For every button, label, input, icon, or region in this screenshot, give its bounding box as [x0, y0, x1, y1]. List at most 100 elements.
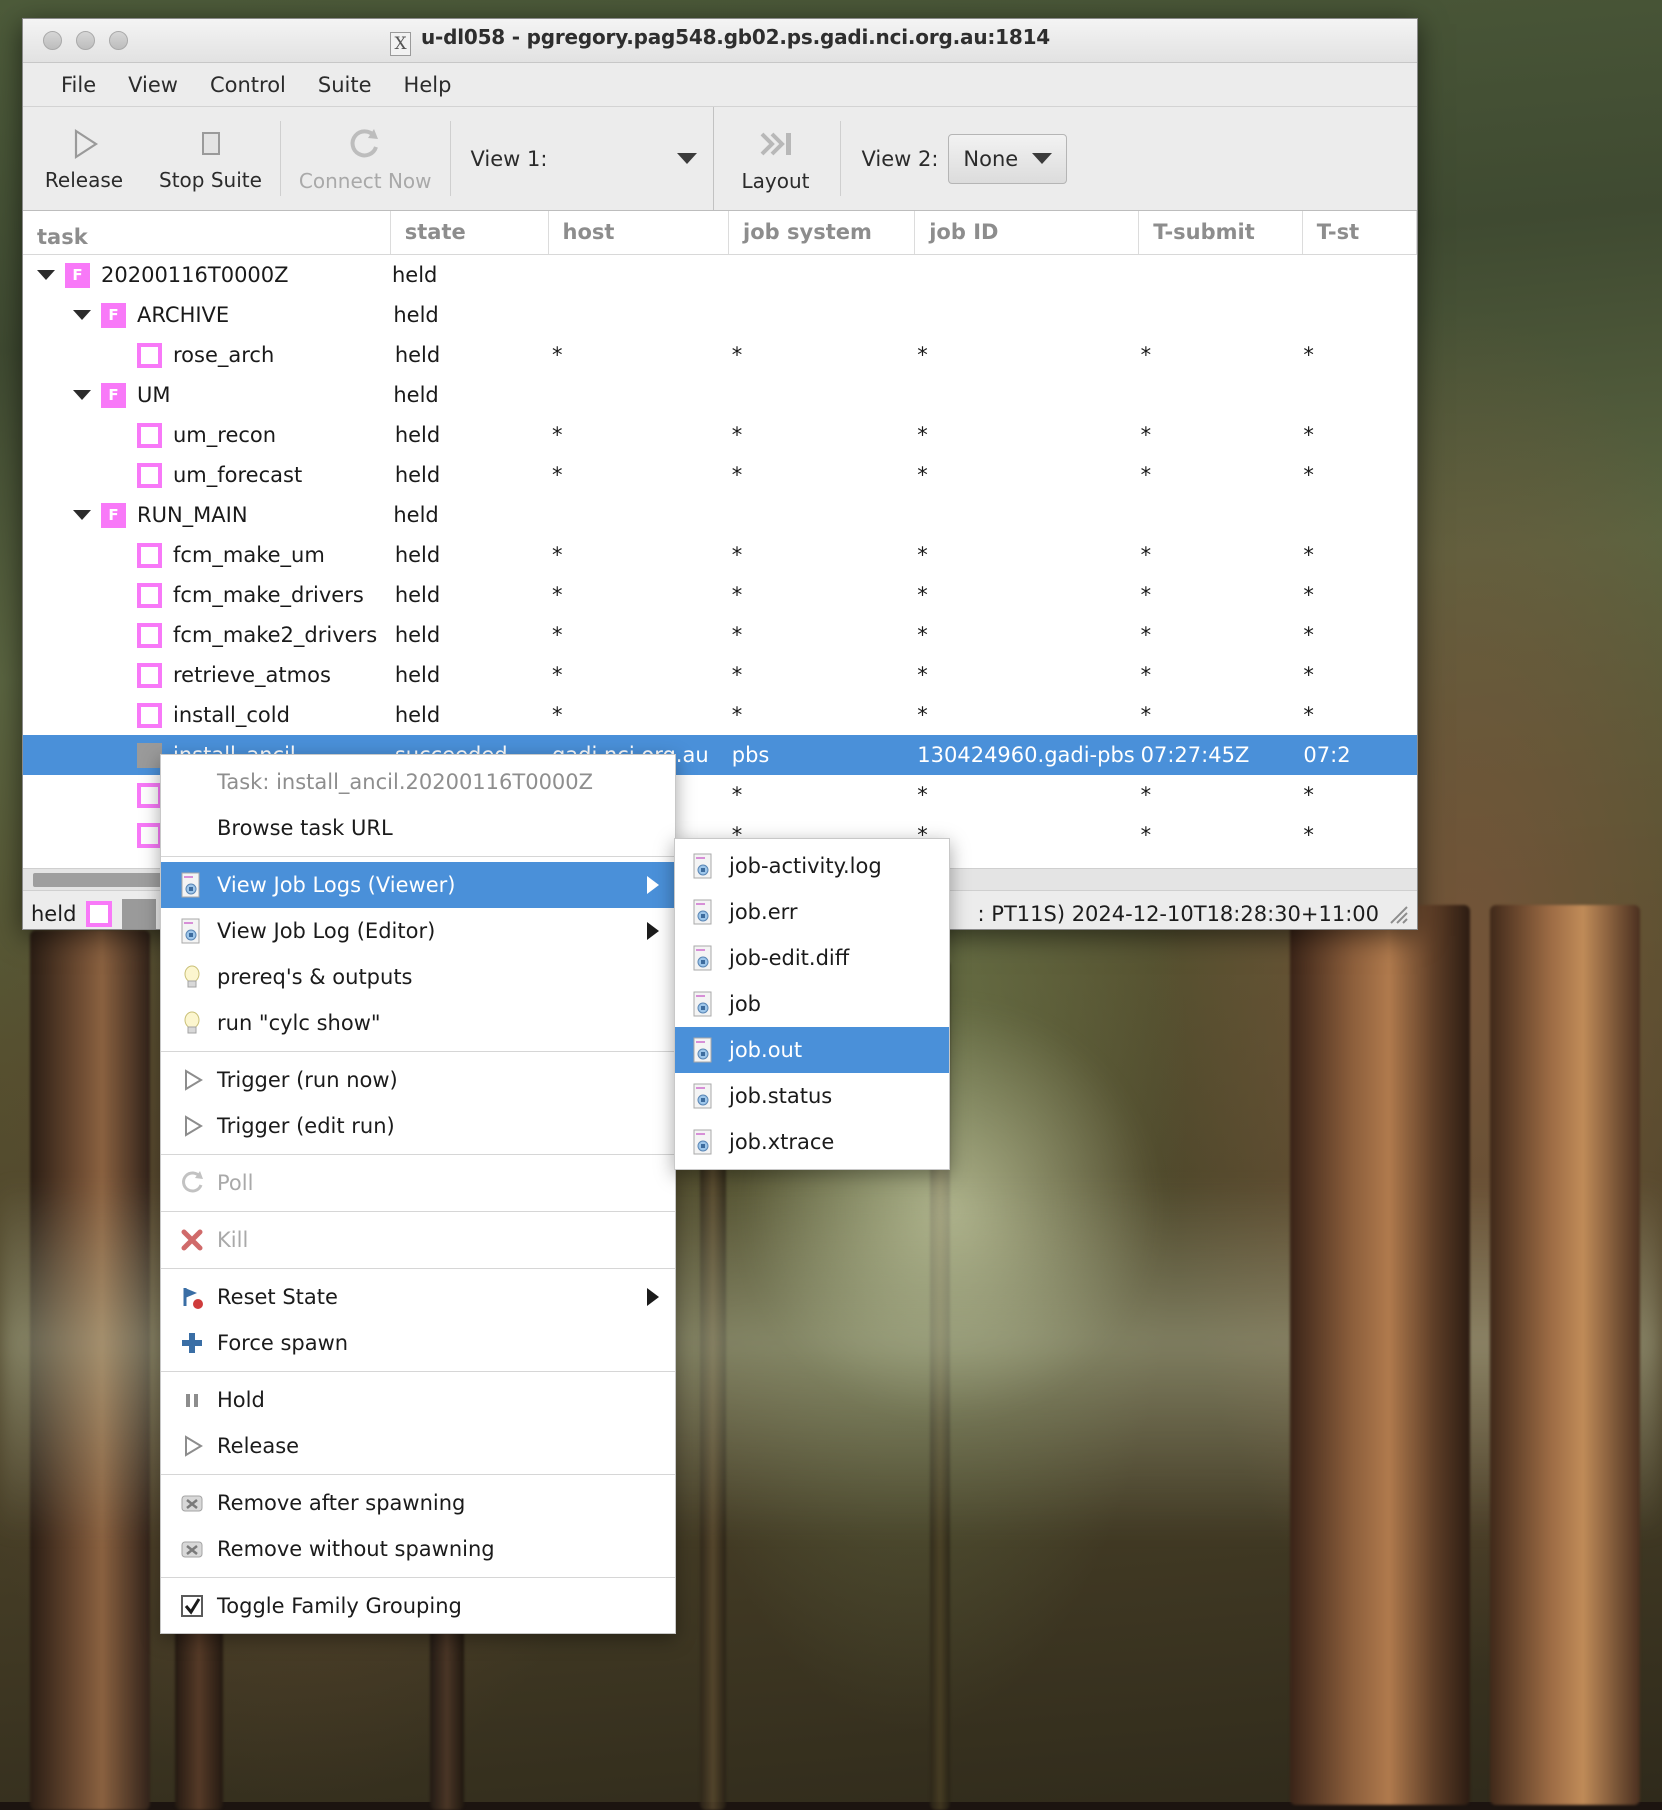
menu-item-remove-without-spawning[interactable]: Remove without spawning [161, 1526, 675, 1572]
reset-icon [183, 1288, 203, 1309]
menu-item-browse-task-url[interactable]: Browse task URL [161, 805, 675, 851]
menu-item-remove-after-spawning[interactable]: Remove after spawning [161, 1480, 675, 1526]
table-row[interactable]: fcm_make2_drivers held * * * * * [23, 615, 1417, 655]
stop-suite-button[interactable]: Stop Suite [145, 107, 276, 210]
cell-state: held [394, 583, 441, 607]
release-button[interactable]: Release [23, 107, 145, 210]
table-row[interactable]: F 20200116T0000Z held [23, 255, 1417, 295]
view2-selector[interactable]: View 2: None [845, 107, 1083, 210]
table-row[interactable]: um_recon held * * * * * [23, 415, 1417, 455]
cell-job-id: * [917, 663, 928, 687]
expander-triangle-icon[interactable] [73, 390, 91, 400]
menu-separator [161, 1577, 675, 1578]
menu-item-run-cylc-show[interactable]: run "cylc show" [161, 1000, 675, 1046]
cell-task: um_forecast [23, 462, 395, 488]
submenu-item-job-status[interactable]: job.status [675, 1073, 949, 1119]
play-icon [74, 128, 99, 159]
menu-help[interactable]: Help [390, 70, 466, 100]
menu-item-trigger-edit-run[interactable]: Trigger (edit run) [161, 1103, 675, 1149]
menu-item-force-spawn[interactable]: Force spawn [161, 1320, 675, 1366]
cell-state: held [394, 623, 441, 647]
cell-t-start: * [1303, 463, 1314, 487]
expander-triangle-icon[interactable] [73, 510, 91, 520]
task-name: install_cold [173, 703, 290, 727]
expander-triangle-icon[interactable] [37, 270, 55, 280]
menu-item-reset-state[interactable]: Reset State [161, 1274, 675, 1320]
menu-item-hold[interactable]: Hold [161, 1377, 675, 1423]
table-row[interactable]: rose_arch held * * * * * [23, 335, 1417, 375]
column-header-t-start[interactable]: T-st [1303, 211, 1417, 254]
table-row[interactable]: F ARCHIVE held [23, 295, 1417, 335]
menu-item-label: View Job Log (Editor) [217, 919, 436, 943]
column-header-task[interactable]: task [23, 211, 391, 254]
submenu-item-job-edit-diff[interactable]: job-edit.diff [675, 935, 949, 981]
task-name: UM [137, 383, 171, 407]
cell-job-system: * [731, 423, 743, 447]
cell-job-id: * [917, 423, 928, 447]
chevron-down-icon[interactable] [1032, 153, 1053, 164]
column-header-host[interactable]: host [549, 211, 730, 254]
menu-file[interactable]: File [47, 70, 110, 100]
menu-item-view-job-logs-viewer[interactable]: View Job Logs (Viewer) [161, 862, 675, 908]
expander-triangle-icon[interactable] [73, 310, 91, 320]
cell-state: held [394, 663, 441, 687]
cell-job-id: * [917, 783, 928, 807]
connect-now-button[interactable]: Connect Now [285, 107, 446, 210]
task-state-icon [137, 622, 162, 648]
submenu-item-job-activity-log[interactable]: job-activity.log [675, 843, 949, 889]
cell-job-system: * [731, 623, 743, 647]
task-name: rose_arch [173, 343, 275, 367]
menu-view[interactable]: View [114, 70, 192, 100]
table-row[interactable]: F UM held [23, 375, 1417, 415]
cell-task: fcm_make_drivers [23, 582, 395, 608]
view1-selector[interactable]: View 1: [455, 107, 714, 210]
task-name: um_forecast [173, 463, 303, 487]
submenu-item-job[interactable]: job [675, 981, 949, 1027]
menu-item-label: Browse task URL [217, 816, 393, 840]
table-row[interactable]: fcm_make_drivers held * * * * * [23, 575, 1417, 615]
column-header-job-system[interactable]: job system [729, 211, 916, 254]
menu-item-prereq-s-outputs[interactable]: prereq's & outputs [161, 954, 675, 1000]
task-name: ARCHIVE [137, 303, 230, 327]
layout-button[interactable]: Layout [714, 107, 836, 210]
cell-job-id: * [917, 583, 928, 607]
menu-item-toggle-family-grouping[interactable]: Toggle Family Grouping [161, 1583, 675, 1629]
cell-t-submit: * [1140, 623, 1152, 647]
menu-item-release[interactable]: Release [161, 1423, 675, 1469]
table-row[interactable]: F RUN_MAIN held [23, 495, 1417, 535]
cell-task: um_recon [23, 422, 395, 448]
chevron-down-icon[interactable] [677, 153, 698, 164]
table-row[interactable]: fcm_make_um held * * * * * [23, 535, 1417, 575]
submenu-arrow-icon [647, 1288, 659, 1306]
checkbox-checked-icon [181, 1595, 203, 1617]
table-row[interactable]: um_forecast held * * * * * [23, 455, 1417, 495]
submenu-item-job-out[interactable]: job.out [675, 1027, 949, 1073]
remove-icon [181, 1495, 203, 1512]
submenu-item-job-xtrace[interactable]: job.xtrace [675, 1119, 949, 1165]
task-context-menu[interactable]: Task: install_ancil.20200116T0000Z Brows… [160, 754, 676, 1634]
menu-suite[interactable]: Suite [304, 70, 386, 100]
menu-item-view-job-log-editor[interactable]: View Job Log (Editor) [161, 908, 675, 954]
lightbulb-icon [184, 965, 200, 988]
menu-item-label: Release [217, 1434, 300, 1458]
play-icon [185, 1069, 203, 1091]
menu-item-label: prereq's & outputs [217, 965, 413, 989]
toolbar-separator [279, 121, 281, 196]
column-header-job-id[interactable]: job ID [915, 211, 1140, 254]
submenu-item-job-err[interactable]: job.err [675, 889, 949, 935]
menu-control[interactable]: Control [196, 70, 300, 100]
toolbar-separator [840, 121, 842, 196]
menu-item-trigger-run-now[interactable]: Trigger (run now) [161, 1057, 675, 1103]
cell-host: * [551, 663, 563, 687]
column-header-t-submit[interactable]: T-submit [1139, 211, 1303, 254]
table-row[interactable]: install_cold held * * * * * [23, 695, 1417, 735]
resize-grip[interactable] [1387, 903, 1409, 925]
view2-combobox[interactable]: None [948, 133, 1068, 184]
view2-value: None [963, 146, 1019, 171]
column-header-state[interactable]: state [391, 211, 549, 254]
cell-job-system: pbs [731, 743, 770, 767]
task-state-icon [137, 742, 162, 768]
family-state-icon: F [101, 382, 126, 408]
table-row[interactable]: retrieve_atmos held * * * * * [23, 655, 1417, 695]
job-logs-submenu[interactable]: job-activity.log job.err job-edit.diff job j… [674, 838, 950, 1170]
